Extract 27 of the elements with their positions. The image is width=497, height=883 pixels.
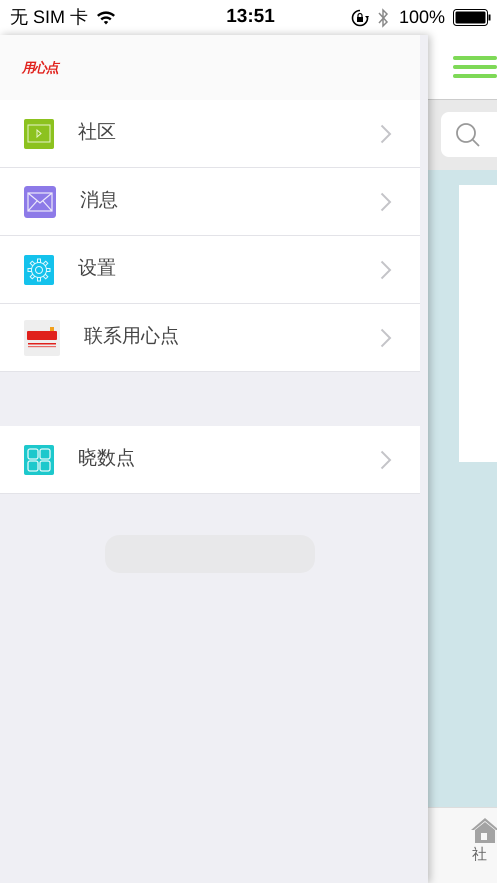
chevron-right-icon	[380, 192, 392, 212]
wifi-icon	[96, 10, 116, 25]
battery-icon	[453, 9, 492, 26]
menu-item[interactable]: 晓数点	[0, 426, 420, 494]
search-icon	[455, 122, 481, 148]
rotation-lock-icon	[350, 8, 369, 26]
logo-icon	[24, 320, 60, 356]
menu-icon	[453, 54, 497, 80]
menu-item[interactable]: 社区	[0, 100, 420, 168]
grid-icon	[24, 444, 54, 474]
chevron-right-icon	[380, 124, 392, 144]
carrier-label: 无 SIM 卡	[10, 6, 88, 29]
home-icon	[470, 816, 497, 844]
battery-percent: 100%	[398, 6, 446, 29]
bluetooth-icon	[376, 8, 389, 28]
search-field[interactable]	[441, 112, 497, 157]
clock-time: 13:51	[226, 5, 275, 30]
chevron-right-icon	[380, 260, 392, 280]
logo-text: 用心点	[22, 58, 58, 77]
mail-icon	[24, 186, 56, 218]
chevron-right-icon	[380, 328, 392, 348]
menu-item[interactable]: 联系用心点	[0, 304, 420, 372]
menu-item[interactable]: 消息	[0, 168, 420, 236]
screen-icon	[24, 118, 54, 148]
menu-item[interactable]: 设置	[0, 236, 420, 304]
chevron-right-icon	[380, 450, 392, 470]
gear-icon	[24, 254, 54, 284]
